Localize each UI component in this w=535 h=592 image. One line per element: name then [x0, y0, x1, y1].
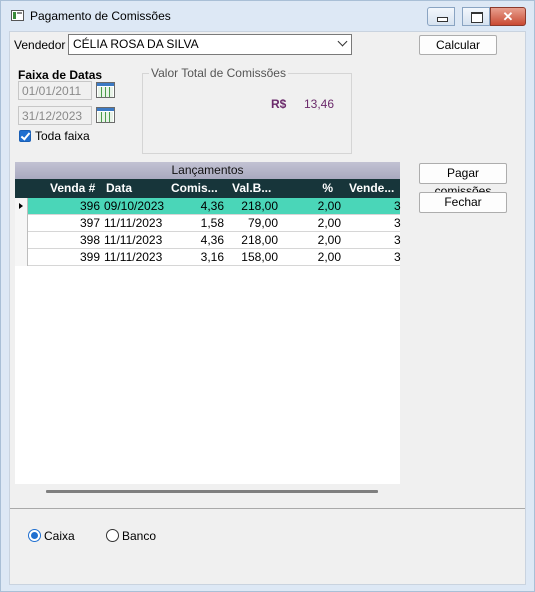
close-button[interactable]: ✕ — [490, 7, 526, 26]
title-bar[interactable]: Pagamento de Comissões ✕ — [1, 1, 534, 31]
banco-radio[interactable] — [106, 529, 119, 542]
minimize-button[interactable] — [427, 7, 455, 26]
banco-label: Banco — [122, 529, 157, 543]
valor-total-label: Valor Total de Comissões — [149, 66, 288, 80]
vendedor-value: CÉLIA ROSA DA SILVA — [73, 37, 199, 51]
horizontal-scrollbar[interactable] — [46, 490, 378, 493]
grid-header: Venda # Data Comis... Val.B... % Vende..… — [15, 179, 400, 198]
column-header-vendedor[interactable]: Vende... — [349, 179, 400, 198]
toda-faixa-checkbox[interactable] — [19, 130, 31, 142]
current-row-arrow-icon — [19, 203, 23, 209]
row-indicator[interactable] — [15, 198, 28, 215]
cell-data: 11/11/2023 — [104, 250, 163, 264]
cell-vendedor: 3 — [394, 216, 401, 230]
pagar-comissoes-button[interactable]: Pagar comissões — [419, 163, 507, 198]
cell-vendedor: 3 — [394, 250, 401, 264]
row-indicator[interactable] — [15, 249, 28, 266]
cell-vendedor: 3 — [394, 233, 401, 247]
separator-line — [10, 508, 525, 509]
table-row[interactable]: 399 11/11/2023 3,16 158,00 2,00 3 — [15, 249, 401, 266]
cell-valor-base: 158,00 — [241, 250, 278, 264]
valor-total-group: Valor Total de Comissões R$ 13,46 — [142, 66, 352, 154]
caixa-radio[interactable] — [28, 529, 41, 542]
cell-venda: 398 — [79, 233, 100, 247]
main-window: Pagamento de Comissões ✕ Vendedor CÉLIA … — [0, 0, 535, 592]
cell-percent: 2,00 — [317, 233, 341, 247]
chevron-down-icon — [337, 36, 348, 47]
lancamentos-grid[interactable]: Lançamentos Venda # Data Comis... Val.B.… — [15, 162, 401, 484]
cell-data: 09/10/2023 — [104, 199, 165, 213]
caixa-label: Caixa — [44, 529, 75, 543]
column-header-venda[interactable]: Venda # — [50, 179, 105, 198]
column-header-data[interactable]: Data — [106, 179, 166, 198]
column-header-comissao[interactable]: Comis... — [171, 179, 227, 198]
cell-venda: 399 — [79, 250, 100, 264]
toda-faixa-label: Toda faixa — [35, 129, 90, 143]
table-row[interactable]: 396 09/10/2023 4,36 218,00 2,00 3 — [15, 198, 401, 215]
cell-comissao: 1,58 — [200, 216, 224, 230]
cell-valor-base: 218,00 — [241, 199, 278, 213]
cell-percent: 2,00 — [317, 216, 341, 230]
cell-valor-base: 79,00 — [247, 216, 278, 230]
cell-venda: 397 — [79, 216, 100, 230]
vendedor-label: Vendedor — [14, 38, 66, 52]
close-icon: ✕ — [502, 9, 514, 24]
cell-comissao: 4,36 — [200, 199, 224, 213]
grid-caption: Lançamentos — [15, 162, 400, 179]
cell-percent: 2,00 — [317, 250, 341, 264]
calcular-button[interactable]: Calcular — [419, 35, 497, 55]
currency-symbol: R$ — [271, 97, 287, 111]
maximize-button[interactable] — [462, 7, 490, 26]
cell-comissao: 4,36 — [200, 233, 224, 247]
faixa-datas-label: Faixa de Datas — [18, 68, 103, 82]
calendar-icon[interactable] — [96, 82, 115, 98]
fechar-button[interactable]: Fechar — [419, 192, 507, 213]
cell-comissao: 3,16 — [200, 250, 224, 264]
end-date-field[interactable]: 31/12/2023 — [18, 106, 92, 125]
row-indicator[interactable] — [15, 232, 28, 249]
column-header-percent[interactable]: % — [305, 179, 333, 198]
form-client-area: Vendedor CÉLIA ROSA DA SILVA Calcular Fa… — [9, 31, 526, 585]
cell-percent: 2,00 — [317, 199, 341, 213]
column-header-valor-base[interactable]: Val.B... — [232, 179, 284, 198]
cell-valor-base: 218,00 — [241, 233, 278, 247]
cell-data: 11/11/2023 — [104, 216, 163, 230]
table-row[interactable]: 397 11/11/2023 1,58 79,00 2,00 3 — [15, 215, 401, 232]
cell-data: 11/11/2023 — [104, 233, 163, 247]
app-window-icon — [11, 10, 24, 21]
window-title: Pagamento de Comissões — [30, 9, 171, 23]
table-row[interactable]: 398 11/11/2023 4,36 218,00 2,00 3 — [15, 232, 401, 249]
cell-vendedor: 3 — [394, 199, 401, 213]
calendar-icon[interactable] — [96, 107, 115, 123]
row-indicator[interactable] — [15, 215, 28, 232]
start-date-field[interactable]: 01/01/2011 — [18, 81, 92, 100]
valor-total-amount: 13,46 — [304, 97, 335, 111]
vendedor-select[interactable]: CÉLIA ROSA DA SILVA — [68, 34, 352, 55]
cell-venda: 396 — [79, 199, 100, 213]
